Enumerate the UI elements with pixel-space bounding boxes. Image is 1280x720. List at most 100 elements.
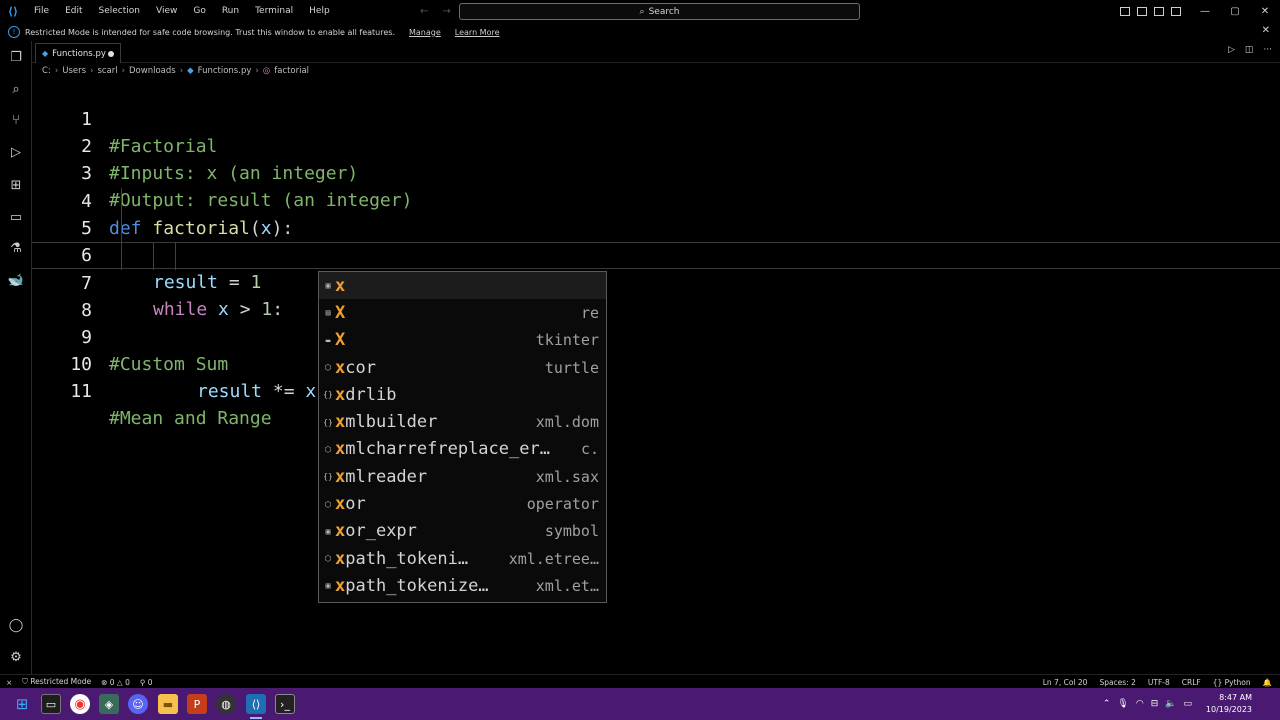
breadcrumb-user[interactable]: scarl: [97, 66, 117, 76]
unsaved-dot-icon[interactable]: [108, 51, 114, 57]
suggestion-item[interactable]: ▤ X re: [319, 299, 606, 326]
accounts-icon[interactable]: ◯: [6, 615, 26, 635]
ports-status[interactable]: ⚲ 0: [140, 678, 153, 687]
restricted-mode-label: Restricted Mode: [30, 677, 92, 686]
back-arrow-icon[interactable]: ←: [420, 6, 428, 17]
forward-arrow-icon[interactable]: →: [442, 6, 450, 17]
suggestion-item[interactable]: {} xdrlib: [319, 381, 606, 408]
suggestion-detail: tkinter: [535, 331, 599, 350]
learn-more-link[interactable]: Learn More: [455, 28, 500, 37]
network-icon[interactable]: ⊟: [1151, 699, 1159, 709]
remote-explorer-icon[interactable]: ▭: [6, 207, 26, 227]
activity-bar: ❐ ⌕ ⑂ ▷ ⊞ ▭ ⚗ 🐋 ◯ ⚙: [0, 41, 32, 674]
vscode-taskbar-icon[interactable]: ⟨⟩: [246, 694, 266, 714]
customize-layout-icon[interactable]: [1171, 7, 1181, 16]
search-icon: ⌕: [639, 6, 645, 17]
task-view-icon[interactable]: ▭: [41, 694, 61, 714]
docker-icon[interactable]: 🐋: [6, 270, 26, 290]
restricted-mode-banner: ! Restricted Mode is intended for safe c…: [0, 23, 1280, 41]
minimize-icon[interactable]: —: [1190, 6, 1220, 17]
testing-icon[interactable]: ⚗: [6, 238, 26, 258]
windows-start-icon[interactable]: ⊞: [12, 694, 32, 714]
restricted-mode-status[interactable]: ⛉ Restricted Mode: [22, 677, 91, 687]
menu-go[interactable]: Go: [185, 0, 213, 23]
breadcrumb-drive[interactable]: C:: [42, 66, 51, 76]
suggestion-item[interactable]: ▣ xpath_tokenize… xml.et…: [319, 572, 606, 599]
volume-icon[interactable]: 🔈: [1165, 699, 1176, 709]
obs-icon[interactable]: ◍: [216, 694, 236, 714]
window-controls: — ▢ ✕: [1190, 0, 1280, 23]
chrome-icon[interactable]: ◉: [70, 694, 90, 714]
breadcrumb-file[interactable]: Functions.py: [198, 66, 252, 76]
language-mode[interactable]: {} Python: [1213, 678, 1251, 687]
menu-run[interactable]: Run: [214, 0, 247, 23]
suggestion-item[interactable]: {} xmlreader xml.sax: [319, 463, 606, 490]
explorer-icon[interactable]: ❐: [6, 47, 26, 67]
encoding[interactable]: UTF-8: [1148, 678, 1170, 687]
close-banner-icon[interactable]: ✕: [1262, 25, 1270, 36]
ports-count: 0: [147, 677, 153, 687]
suggestion-item[interactable]: ▣ xor_expr symbol: [319, 518, 606, 545]
tab-functions-py[interactable]: ◆ Functions.py: [35, 43, 121, 63]
extensions-icon[interactable]: ⊞: [6, 175, 26, 195]
indent-guide: [121, 215, 122, 242]
menu-help[interactable]: Help: [301, 0, 338, 23]
run-file-icon[interactable]: ▷: [1228, 45, 1235, 55]
clock[interactable]: 8:47 AM 10/19/2023: [1206, 692, 1252, 716]
toggle-secondary-sidebar-icon[interactable]: [1154, 7, 1164, 16]
autocomplete-suggestions[interactable]: ▣ x ▤ X re ▬ X tkinter ⬡ xcor turtle {} …: [318, 271, 607, 603]
status-bar: ⨯ ⛉ Restricted Mode ⊗ 0 △ 0 ⚲ 0 Ln 7, Co…: [0, 674, 1280, 688]
menu-selection[interactable]: Selection: [91, 0, 148, 23]
search-view-icon[interactable]: ⌕: [6, 79, 26, 99]
restore-icon[interactable]: ▢: [1220, 6, 1250, 17]
code-editor[interactable]: 1 #Factorial 2 #Inputs: x (an integer) 3…: [32, 79, 1280, 674]
suggestion-item[interactable]: ⬡ xor operator: [319, 490, 606, 517]
wifi-icon[interactable]: ◠: [1136, 699, 1144, 709]
problems-status[interactable]: ⊗ 0 △ 0: [101, 678, 130, 687]
breadcrumb-users[interactable]: Users: [62, 66, 86, 76]
menu-file[interactable]: File: [26, 0, 57, 23]
suggestion-rest: drlib: [345, 384, 397, 405]
suggestion-match: X: [335, 330, 346, 351]
microphone-icon[interactable]: 🎙: [1117, 699, 1128, 709]
code-line: 2 #Inputs: x (an integer): [32, 106, 1280, 184]
discord-icon[interactable]: ☺: [128, 694, 148, 714]
breadcrumb-symbol[interactable]: factorial: [274, 66, 309, 76]
powerpoint-icon[interactable]: P: [187, 694, 207, 714]
close-window-icon[interactable]: ✕: [1250, 6, 1280, 17]
split-editor-icon[interactable]: ◫: [1245, 45, 1254, 55]
menu-edit[interactable]: Edit: [57, 0, 90, 23]
suggestion-item[interactable]: ▣ x: [319, 272, 606, 300]
terminal-icon[interactable]: ›_: [275, 694, 295, 714]
suggestion-item[interactable]: ⬡ xpath_tokeni… xml.etree…: [319, 545, 606, 572]
suggestion-item[interactable]: {} xmlbuilder xml.dom: [319, 409, 606, 436]
suggestion-item[interactable]: ▬ X tkinter: [319, 327, 606, 354]
battery-icon[interactable]: ▭: [1183, 699, 1192, 709]
more-actions-icon[interactable]: ···: [1263, 45, 1272, 55]
settings-gear-icon[interactable]: ⚙: [6, 647, 26, 667]
notifications-bell-icon[interactable]: 🔔: [1263, 678, 1272, 687]
toggle-panel-icon[interactable]: [1137, 7, 1147, 16]
menu-bar: File Edit Selection View Go Run Terminal…: [26, 0, 338, 23]
breadcrumb-downloads[interactable]: Downloads: [129, 66, 176, 76]
file-explorer-icon[interactable]: ▬: [158, 694, 178, 714]
suggestion-item[interactable]: ⬡ xmlcharrefreplace_er… c.: [319, 436, 606, 463]
code-line: 1 #Factorial: [32, 79, 1280, 157]
end-of-line[interactable]: CRLF: [1182, 678, 1201, 687]
menu-terminal[interactable]: Terminal: [247, 0, 301, 23]
suggestion-item[interactable]: ⬡ xcor turtle: [319, 354, 606, 381]
indentation[interactable]: Spaces: 2: [1099, 678, 1135, 687]
run-debug-icon[interactable]: ▷: [6, 142, 26, 162]
source-control-icon[interactable]: ⑂: [6, 110, 26, 130]
command-center-search[interactable]: ⌕ Search: [459, 3, 860, 20]
chevron-right-icon: ›: [54, 66, 59, 76]
chevron-up-icon[interactable]: ⌃: [1103, 699, 1111, 709]
suggestion-match: x: [335, 412, 346, 433]
warning-count: 0: [125, 677, 130, 687]
manage-link[interactable]: Manage: [409, 28, 441, 37]
remote-icon[interactable]: ⨯: [6, 678, 12, 687]
cursor-position[interactable]: Ln 7, Col 20: [1043, 678, 1088, 687]
app-icon[interactable]: ◈: [99, 694, 119, 714]
toggle-primary-sidebar-icon[interactable]: [1120, 7, 1130, 16]
menu-view[interactable]: View: [148, 0, 185, 23]
